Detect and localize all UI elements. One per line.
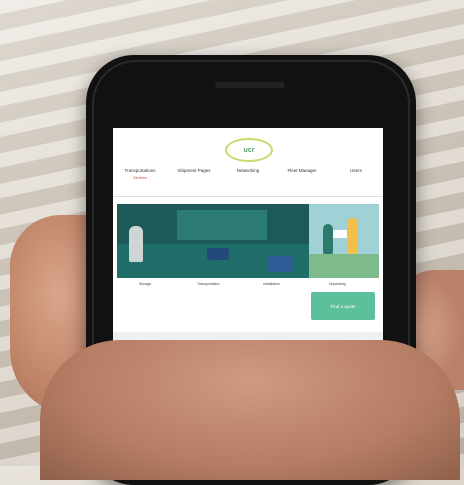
nav-item-fleet-manager[interactable]: Fleet Manager: [276, 168, 328, 180]
nav-item-users[interactable]: Users: [330, 168, 382, 180]
nav-divider: [113, 196, 383, 197]
nav-label: Transportations: [124, 168, 156, 173]
box-object: [207, 248, 229, 260]
quote-button-label: Find a quote: [330, 303, 356, 309]
worker-figure: [129, 226, 143, 262]
app-logo[interactable]: ucr: [225, 138, 273, 162]
person-figure: [323, 224, 333, 254]
caption-installation: Installation: [263, 282, 280, 286]
nav-label: Fleet Manager: [287, 168, 317, 173]
nav-sub: Services: [133, 176, 147, 180]
holding-hand: [40, 340, 460, 480]
top-navigation: Transportations Services Shipment Pages …: [113, 168, 383, 180]
quote-button[interactable]: Find a quote: [311, 292, 375, 320]
logo-text: ucr: [243, 146, 255, 154]
hero-illustration-delivery: [309, 204, 379, 278]
hero-sky: [309, 204, 379, 254]
nav-label: Shipment Pages: [177, 168, 211, 173]
nav-label: Users: [350, 168, 362, 173]
hero-wall: [177, 210, 267, 240]
nav-item-transportations[interactable]: Transportations Services: [114, 168, 166, 180]
nav-item-networking[interactable]: Networking: [222, 168, 274, 180]
hero-ground: [309, 254, 379, 278]
phone-speaker: [215, 82, 285, 88]
caption-storage: Storage: [139, 282, 152, 286]
caption-transportation: Transportation: [197, 282, 220, 286]
hero-illustration-warehouse: [117, 204, 309, 278]
nav-label: Networking: [236, 168, 260, 173]
sofa-object: [267, 256, 293, 272]
caption-unpacking: Unpacking: [329, 282, 346, 286]
person-figure: [347, 218, 358, 254]
package-object: [333, 230, 347, 238]
nav-item-shipment-pages[interactable]: Shipment Pages: [168, 168, 220, 180]
